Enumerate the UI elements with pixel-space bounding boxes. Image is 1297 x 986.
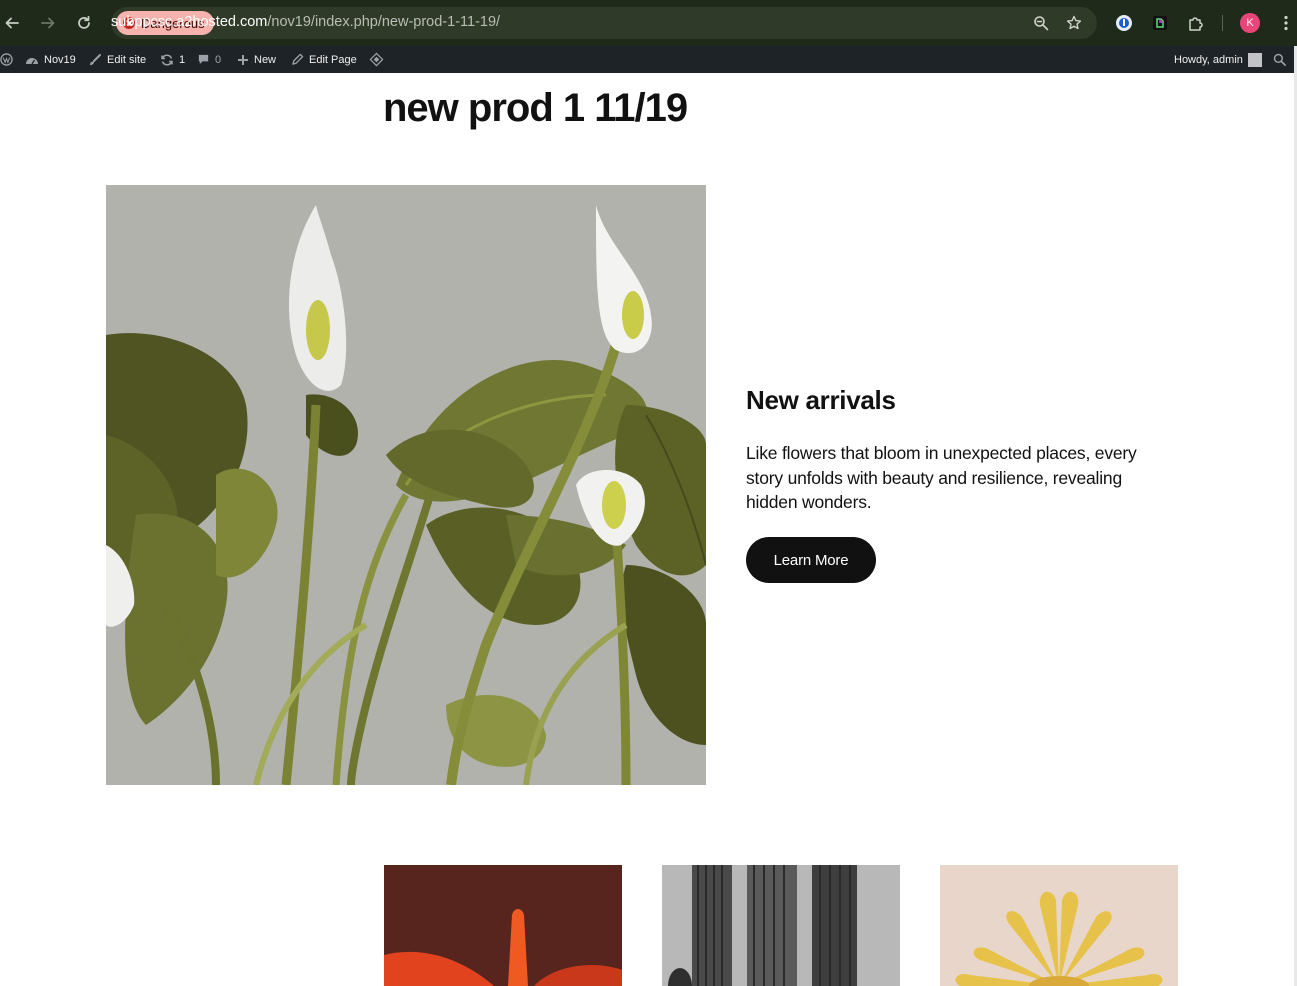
search-icon <box>1273 53 1286 66</box>
dashboard-icon <box>26 57 38 64</box>
new-content-menu[interactable]: New <box>237 46 276 73</box>
comments-link[interactable]: 0 <box>197 46 221 73</box>
diamond-icon <box>369 52 384 67</box>
cactus-illustration <box>662 865 900 986</box>
reload-button[interactable] <box>72 11 96 35</box>
puzzle-icon <box>1189 17 1203 31</box>
forward-arrow-icon <box>41 17 55 29</box>
pencil-icon <box>292 53 304 65</box>
product-thumbnail-anthurium[interactable] <box>384 865 622 986</box>
extension-app[interactable] <box>1149 12 1171 34</box>
profile-avatar[interactable]: K <box>1240 13 1260 33</box>
reload-icon <box>78 15 90 29</box>
wp-logo-menu[interactable] <box>0 46 13 73</box>
forward-button[interactable] <box>36 11 60 35</box>
wp-admin-bar: Nov19 Edit site 1 0 New Edit Page Howdy,… <box>0 46 1294 73</box>
hero-heading: New arrivals <box>746 385 896 415</box>
browser-toolbar: Dangerous subppcsc.a2hosted.com/nov19/in… <box>0 0 1297 46</box>
back-arrow-icon <box>5 17 19 29</box>
updates-icon <box>161 54 173 65</box>
toolbar-separator <box>1222 15 1223 31</box>
app-extension-icon <box>1153 16 1167 30</box>
product-thumbnail-cactus[interactable] <box>662 865 900 986</box>
updates-count: 1 <box>179 53 186 66</box>
url-text[interactable]: subppcsc.a2hosted.com/nov19/index.php/ne… <box>111 14 500 30</box>
url-path: /nov19/index.php/new-prod-1-11-19/ <box>267 14 501 30</box>
admin-search-button[interactable] <box>1273 46 1286 73</box>
zoom-icon <box>1034 16 1049 31</box>
extension-password-manager[interactable] <box>1113 12 1135 34</box>
site-editor-shortcut[interactable] <box>369 46 384 73</box>
comments-count: 0 <box>215 53 222 66</box>
star-icon <box>1066 15 1082 30</box>
back-button[interactable] <box>0 11 24 35</box>
plus-icon <box>238 54 248 65</box>
edit-page-link[interactable]: Edit Page <box>291 46 357 73</box>
wordpress-icon <box>0 53 13 66</box>
brush-icon <box>90 53 101 65</box>
new-label: New <box>254 53 277 66</box>
updates-link[interactable]: 1 <box>160 46 185 73</box>
page-title: new prod 1 11/19 <box>383 86 688 130</box>
extensions-button[interactable] <box>1185 12 1207 34</box>
calla-lily-illustration <box>106 185 706 785</box>
learn-more-button[interactable]: Learn More <box>746 537 876 583</box>
comment-icon <box>198 54 209 65</box>
user-avatar-icon <box>1247 52 1262 67</box>
hero-image <box>106 185 706 785</box>
hero-description: Like flowers that bloom in unexpected pl… <box>746 443 1137 512</box>
product-thumbnail-daisy[interactable] <box>940 865 1178 986</box>
edit-site-link[interactable]: Edit site <box>88 46 146 73</box>
edit-site-label: Edit site <box>107 53 147 66</box>
greeting-label: Howdy, admin <box>1174 53 1243 66</box>
anthurium-illustration <box>384 865 622 986</box>
account-menu[interactable]: Howdy, admin <box>1174 46 1262 73</box>
browser-menu-button[interactable] <box>1275 12 1297 34</box>
daisy-illustration <box>940 865 1178 986</box>
url-host: subppcsc.a2hosted.com <box>111 14 268 30</box>
zoom-button[interactable] <box>1031 13 1051 33</box>
kebab-menu-icon <box>1284 15 1288 31</box>
site-name: Nov19 <box>44 53 76 66</box>
edit-page-label: Edit Page <box>309 53 357 66</box>
password-manager-icon <box>1116 15 1132 31</box>
bookmark-button[interactable] <box>1064 13 1084 33</box>
site-name-menu[interactable]: Nov19 <box>25 46 76 73</box>
